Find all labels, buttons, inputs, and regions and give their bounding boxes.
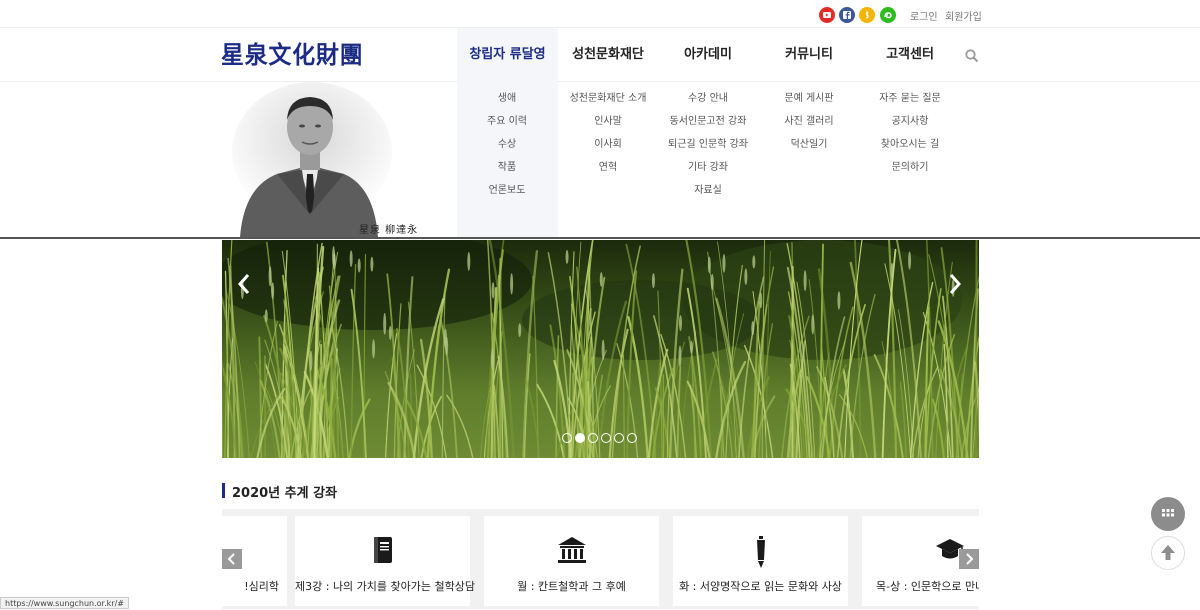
site-logo[interactable]: 星泉文化財團 xyxy=(221,41,364,69)
hero-slider xyxy=(222,240,979,458)
submenu-item[interactable]: 생애 xyxy=(452,92,562,115)
submenu-item[interactable]: 찾아오시는 길 xyxy=(855,138,965,161)
lecture-carousel: !심리학 제3강 : 나의 가치를 찾아가는 철학상담 월 : 칸트철학과 그 … xyxy=(222,509,979,609)
submenu-item[interactable]: 연혁 xyxy=(553,161,663,184)
slider-dot[interactable] xyxy=(588,433,598,443)
youtube-icon[interactable] xyxy=(819,7,835,23)
nav-community[interactable]: 커뮤니티 xyxy=(758,28,860,82)
submenu-item[interactable]: 공지사항 xyxy=(855,115,965,138)
submenu-item[interactable]: 문예 게시판 xyxy=(754,92,864,115)
lecture-card-title: 목-상 : 인문학으로 만나 xyxy=(876,580,979,593)
submenu-item[interactable]: 수강 안내 xyxy=(653,92,763,115)
submenu-item[interactable]: 동서인문고전 강좌 xyxy=(653,115,763,138)
nav-foundation[interactable]: 성천문화재단 xyxy=(558,28,658,82)
scroll-top-button[interactable] xyxy=(1151,536,1185,570)
submenu-item[interactable]: 언론보도 xyxy=(452,184,562,207)
grid-icon xyxy=(1162,509,1174,517)
cards-next-button[interactable] xyxy=(959,549,979,569)
submenu-community: 문예 게시판 사진 갤러리 덕산일기 xyxy=(754,92,864,161)
section-title: 2020년 추계 강좌 xyxy=(232,486,338,501)
submenu-academy: 수강 안내 동서인문고전 강좌 퇴근길 인문학 강좌 기타 강좌 자료실 xyxy=(653,92,763,207)
slider-dot[interactable] xyxy=(575,433,585,443)
band-icon[interactable] xyxy=(880,7,896,23)
pen-icon xyxy=(754,536,768,572)
submenu-item[interactable]: 퇴근길 인문학 강좌 xyxy=(653,138,763,161)
facebook-icon[interactable] xyxy=(839,7,855,23)
slider-dot[interactable] xyxy=(562,433,572,443)
submenu-item[interactable]: 주요 이력 xyxy=(452,115,562,138)
cards-prev-button[interactable] xyxy=(222,549,242,569)
nav-academy[interactable]: 아카데미 xyxy=(658,28,758,82)
submenu-founder: 생애 주요 이력 수상 작품 언론보도 xyxy=(452,92,562,207)
submenu-item[interactable]: 수상 xyxy=(452,138,562,161)
quick-menu-button[interactable] xyxy=(1151,497,1185,531)
lecture-card[interactable]: 화 : 서양명작으로 읽는 문화와 사상 xyxy=(673,516,848,606)
submenu-item[interactable]: 덕산일기 xyxy=(754,138,864,161)
slider-next-button[interactable] xyxy=(947,272,963,300)
slide-image xyxy=(222,240,979,458)
nav-customer-center[interactable]: 고객센터 xyxy=(860,28,960,82)
submenu-item[interactable]: 문의하기 xyxy=(855,161,965,184)
lecture-card-title: !심리학 xyxy=(244,580,279,593)
lecture-card[interactable]: 제3강 : 나의 가치를 찾아가는 철학상담 xyxy=(295,516,475,606)
arrow-up-icon xyxy=(1161,545,1175,560)
submenu-foundation: 성천문화재단 소개 인사말 이사회 연혁 xyxy=(553,92,663,184)
lecture-card-title: 제3강 : 나의 가치를 찾아가는 철학상담 xyxy=(295,580,475,593)
slider-dot[interactable] xyxy=(627,433,637,443)
lecture-card-title: 화 : 서양명작으로 읽는 문화와 사상 xyxy=(679,580,842,593)
nav-founder[interactable]: 창립자 류달영 xyxy=(457,28,558,82)
submenu-item[interactable]: 인사말 xyxy=(553,115,663,138)
slider-prev-button[interactable] xyxy=(236,272,252,300)
submenu-item[interactable]: 사진 갤러리 xyxy=(754,115,864,138)
submenu-item[interactable]: 기타 강좌 xyxy=(653,161,763,184)
museum-icon xyxy=(557,536,587,568)
submenu-item[interactable]: 자료실 xyxy=(653,184,763,207)
section-title-marker xyxy=(222,483,225,498)
founder-portrait xyxy=(222,82,422,237)
submenu-item[interactable]: 이사회 xyxy=(553,138,663,161)
submenu-item[interactable]: 자주 묻는 질문 xyxy=(855,92,965,115)
lecture-card-title: 월 : 칸트철학과 그 후예 xyxy=(517,580,626,593)
portrait-caption: 星泉 柳達永 xyxy=(359,225,419,236)
mega-menu: 星泉 柳達永 생애 주요 이력 수상 작품 언론보도 성천문화재단 소개 인사말… xyxy=(0,82,1200,239)
signup-link[interactable]: 회원가입 xyxy=(945,8,982,23)
browser-status-url: https://www.sungchun.or.kr/# xyxy=(0,597,129,609)
main-header: 星泉文化財團 창립자 류달영 성천문화재단 아카데미 커뮤니티 고객센터 xyxy=(0,28,1200,82)
lecture-card[interactable]: 월 : 칸트철학과 그 후예 xyxy=(484,516,659,606)
top-utility-bar: 로그인 회원가입 xyxy=(0,0,1200,28)
submenu-item[interactable]: 성천문화재단 소개 xyxy=(553,92,663,115)
slider-dot[interactable] xyxy=(614,433,624,443)
login-link[interactable]: 로그인 xyxy=(910,8,938,23)
submenu-item[interactable]: 작품 xyxy=(452,161,562,184)
submenu-customer-center: 자주 묻는 질문 공지사항 찾아오시는 길 문의하기 xyxy=(855,92,965,184)
book-icon xyxy=(371,536,395,568)
kakaostory-icon[interactable] xyxy=(859,7,875,23)
search-icon[interactable] xyxy=(965,48,979,67)
slider-dot[interactable] xyxy=(601,433,611,443)
